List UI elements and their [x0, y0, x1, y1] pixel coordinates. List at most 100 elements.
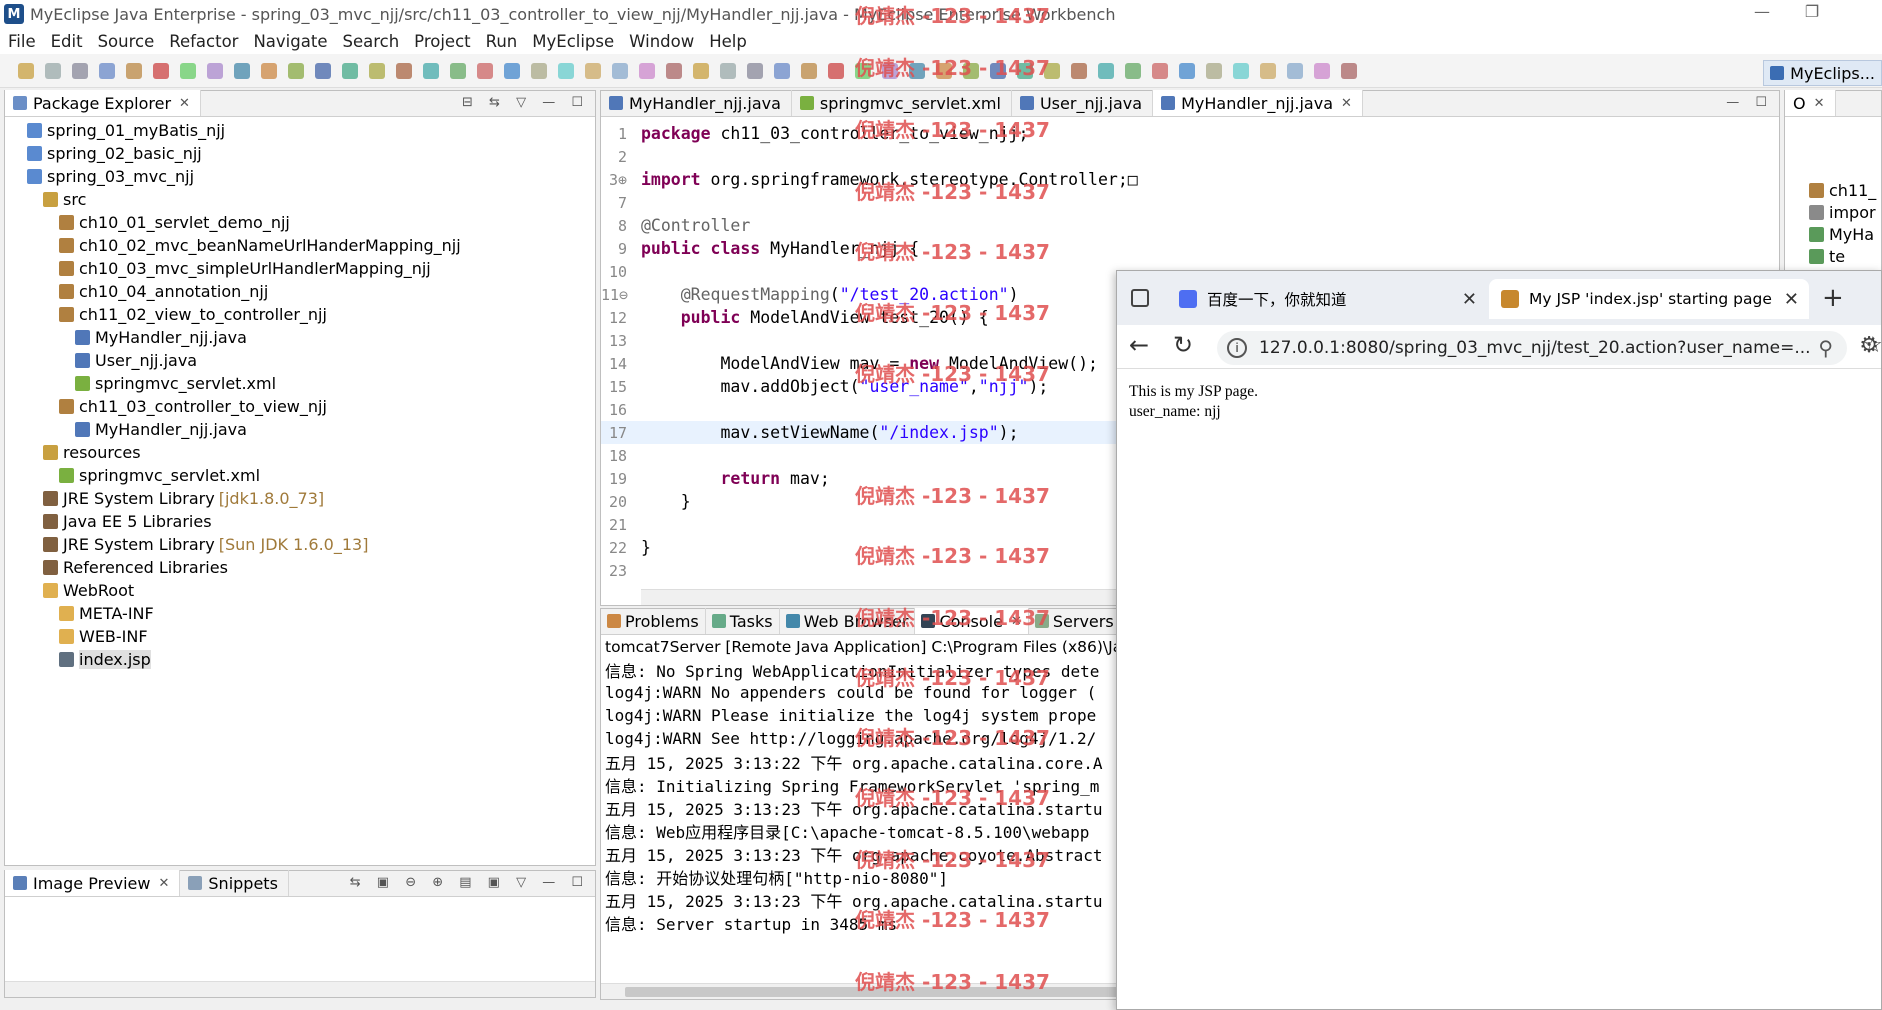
- toolbar-icon[interactable]: [153, 63, 169, 79]
- tree-item[interactable]: ch10_02_mvc_beanNameUrlHanderMapping_njj: [59, 234, 461, 256]
- close-tab-icon[interactable]: ✕: [1784, 289, 1799, 310]
- toolbar-icon[interactable]: [990, 63, 1006, 79]
- toolbar-icon[interactable]: [828, 63, 844, 79]
- toolbar-icon[interactable]: [1071, 63, 1087, 79]
- toolbar-icon[interactable]: [666, 63, 682, 79]
- toolbar-icon[interactable]: [1098, 63, 1114, 79]
- zoom-icon[interactable]: ⚲: [1818, 336, 1833, 360]
- menu-project[interactable]: Project: [414, 32, 470, 51]
- tree-item[interactable]: Referenced Libraries: [43, 556, 228, 578]
- code-line[interactable]: 9 public class MyHandler_njj {: [601, 237, 1779, 260]
- toolbar-icon[interactable]: [72, 63, 88, 79]
- toolbar-icon[interactable]: [1341, 63, 1357, 79]
- toolbar-icon[interactable]: [342, 63, 358, 79]
- close-icon[interactable]: ✕: [1814, 96, 1825, 111]
- tab-web-browser[interactable]: Web Browser: [780, 608, 916, 634]
- tree-item[interactable]: WebRoot: [43, 579, 134, 601]
- editor-tab[interactable]: MyHandler_njj.java ✕: [1153, 90, 1363, 116]
- toolbar-icon[interactable]: [639, 63, 655, 79]
- menu-file[interactable]: File: [8, 32, 36, 51]
- tree-item[interactable]: ch10_03_mvc_simpleUrlHandlerMapping_njj: [59, 257, 431, 279]
- toolbar-icon[interactable]: [963, 63, 979, 79]
- toolbar-icon[interactable]: [99, 63, 115, 79]
- tab-problems[interactable]: Problems: [601, 608, 706, 634]
- back-icon[interactable]: ←: [1129, 331, 1149, 359]
- toolbar-icon[interactable]: [531, 63, 547, 79]
- tree-item[interactable]: WEB-INF: [59, 625, 148, 647]
- code-line[interactable]: 2: [601, 145, 1779, 168]
- toolbar-icon[interactable]: [1260, 63, 1276, 79]
- menu-myeclipse[interactable]: MyEclipse: [532, 32, 614, 51]
- toolbar-icon[interactable]: [423, 63, 439, 79]
- browser-tab-jsp[interactable]: My JSP 'index.jsp' starting page ✕: [1489, 279, 1809, 319]
- close-icon[interactable]: ✕: [179, 96, 190, 111]
- tree-item[interactable]: ch10_04_annotation_njj: [59, 280, 268, 302]
- horizontal-scrollbar[interactable]: [5, 981, 595, 997]
- menu-navigate[interactable]: Navigate: [253, 32, 327, 51]
- restore-button[interactable]: ❐: [1792, 2, 1832, 26]
- toolbar-icon[interactable]: [774, 63, 790, 79]
- perspective-switcher[interactable]: MyEclips...: [1763, 60, 1882, 86]
- toolbar-icon[interactable]: [450, 63, 466, 79]
- toolbar-icon[interactable]: [1044, 63, 1060, 79]
- tree-item[interactable]: springmvc_servlet.xml: [59, 464, 260, 486]
- tree-item[interactable]: ch11_03_controller_to_view_njj: [59, 395, 327, 417]
- tree-item[interactable]: MyHandler_njj.java: [75, 326, 247, 348]
- tree-item[interactable]: JRE System Library [Sun JDK 1.6.0_13]: [43, 533, 368, 555]
- toolbar-icon[interactable]: [45, 63, 61, 79]
- toolbar-icon[interactable]: [1287, 63, 1303, 79]
- outline-item[interactable]: impor: [1809, 201, 1876, 223]
- close-icon[interactable]: ✕: [1341, 96, 1352, 111]
- new-tab-icon[interactable]: +: [1822, 283, 1844, 313]
- editor-tab[interactable]: MyHandler_njj.java: [601, 90, 792, 116]
- toolbar-icon[interactable]: [1233, 63, 1249, 79]
- tab-actions-icon[interactable]: [1131, 289, 1149, 307]
- tree-item[interactable]: spring_01_myBatis_njj: [27, 119, 225, 141]
- outline-item[interactable]: ch11_: [1809, 179, 1876, 201]
- toolbar-icon[interactable]: [234, 63, 250, 79]
- tab-tasks[interactable]: Tasks: [706, 608, 780, 634]
- tree-item[interactable]: src: [43, 188, 86, 210]
- view-controls[interactable]: ⇆ ▣ ⊖ ⊕ ▤ ▣ ▽ — ☐: [350, 875, 589, 890]
- toolbar-icon[interactable]: [558, 63, 574, 79]
- tree-item[interactable]: springmvc_servlet.xml: [75, 372, 276, 394]
- toolbar-icon[interactable]: [261, 63, 277, 79]
- view-controls[interactable]: ⊟ ⇆ ▽ — ☐: [462, 95, 589, 110]
- code-line[interactable]: 1 package ch11_03_controller_to_view_njj;: [601, 122, 1779, 145]
- editor-tab[interactable]: User_njj.java: [1012, 90, 1154, 116]
- toolbar-icon[interactable]: [369, 63, 385, 79]
- toolbar-icon[interactable]: [18, 63, 34, 79]
- outline-item[interactable]: MyHa: [1809, 223, 1874, 245]
- code-line[interactable]: 7: [601, 191, 1779, 214]
- toolbar-icon[interactable]: [477, 63, 493, 79]
- minimize-button[interactable]: —: [1742, 2, 1782, 26]
- toolbar-icon[interactable]: [1125, 63, 1141, 79]
- close-icon[interactable]: ✕: [1011, 614, 1022, 629]
- browser-tab-baidu[interactable]: 百度一下，你就知道 ✕: [1167, 279, 1487, 319]
- outline-item[interactable]: te: [1809, 245, 1845, 267]
- toolbar-icon[interactable]: [909, 63, 925, 79]
- menu-run[interactable]: Run: [486, 32, 518, 51]
- menu-help[interactable]: Help: [709, 32, 747, 51]
- toolbar-icon[interactable]: [288, 63, 304, 79]
- toolbar-icon[interactable]: [585, 63, 601, 79]
- reload-icon[interactable]: ↻: [1173, 331, 1193, 359]
- tree-item[interactable]: JRE System Library [jdk1.8.0_73]: [43, 487, 324, 509]
- toolbar-icon[interactable]: [180, 63, 196, 79]
- toolbar-icon[interactable]: [936, 63, 952, 79]
- code-line[interactable]: 8 @Controller: [601, 214, 1779, 237]
- toolbar-icon[interactable]: [207, 63, 223, 79]
- tab-image-preview[interactable]: Image Preview ✕: [5, 870, 181, 896]
- toolbar-icon[interactable]: [126, 63, 142, 79]
- editor-tab[interactable]: springmvc_servlet.xml: [792, 90, 1012, 116]
- tree-item[interactable]: resources: [43, 441, 141, 463]
- tree-item[interactable]: spring_03_mvc_njj: [27, 165, 194, 187]
- menu-refactor[interactable]: Refactor: [169, 32, 238, 51]
- address-bar[interactable]: i 127.0.0.1:8080/spring_03_mvc_njj/test_…: [1217, 331, 1847, 365]
- toolbar-icon[interactable]: [855, 63, 871, 79]
- tree-item[interactable]: META-INF: [59, 602, 154, 624]
- toolbar-icon[interactable]: [720, 63, 736, 79]
- toolbar-icon[interactable]: [801, 63, 817, 79]
- tab-outline[interactable]: O ✕: [1785, 90, 1836, 116]
- toolbar-icon[interactable]: [1017, 63, 1033, 79]
